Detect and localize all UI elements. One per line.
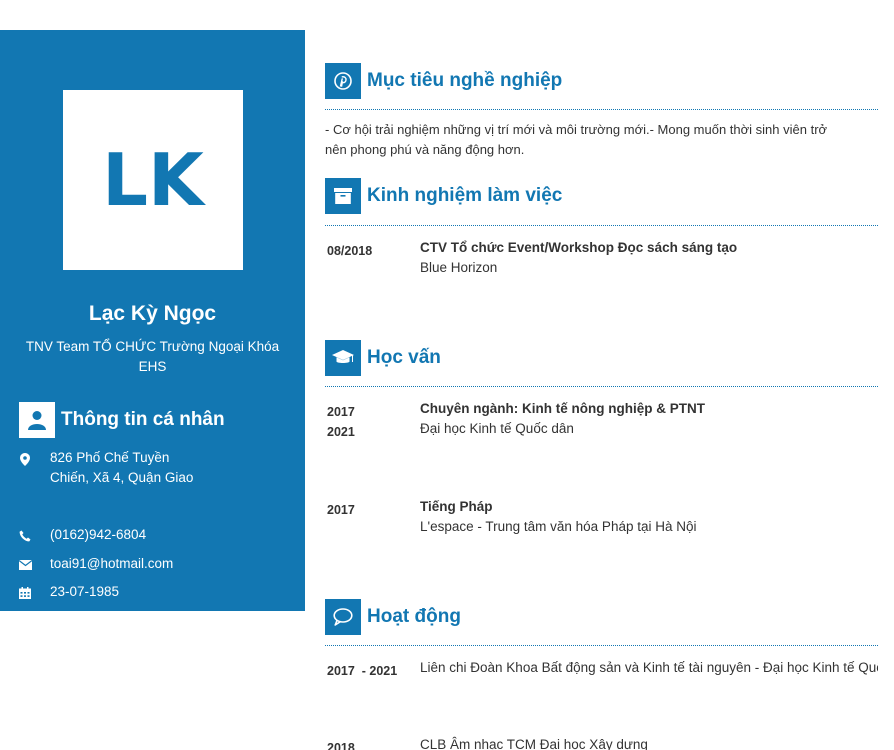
education-2-start: 2017 xyxy=(327,503,355,517)
avatar: LK xyxy=(63,90,243,270)
speech-bubble-icon xyxy=(325,599,361,635)
education-section-header: Học vấn xyxy=(325,340,441,376)
address-line-1: 826 Phố Chế Tuyền xyxy=(50,450,170,465)
personal-info-title: Thông tin cá nhân xyxy=(61,409,225,430)
user-icon xyxy=(19,402,55,438)
activity-2-date: 2018 xyxy=(327,741,355,750)
address-line-2: Chiến, Xã 4, Quận Giao xyxy=(50,470,194,485)
pinterest-icon xyxy=(325,63,361,99)
activities-title: Hoạt động xyxy=(367,606,461,627)
profile-sidebar: LK Lạc Kỳ Ngọc TNV Team TỔ CHỨC Trường N… xyxy=(0,30,305,628)
education-2-course: Tiếng Pháp xyxy=(420,499,493,514)
avatar-initials: LK xyxy=(102,138,204,222)
education-1-major: Chuyên ngành: Kinh tế nông nghiệp & PTNT xyxy=(420,401,705,416)
activity-1-text: Liên chi Đoàn Khoa Bất động sản và Kinh … xyxy=(420,660,878,675)
birthday: 23-07-1985 xyxy=(50,584,120,599)
objective-title: Mục tiêu nghề nghiệp xyxy=(367,70,563,91)
education-1-school: Đại học Kinh tế Quốc dân xyxy=(420,421,574,436)
education-divider xyxy=(325,386,878,387)
education-1-start: 2017 xyxy=(327,405,355,419)
education-title: Học vấn xyxy=(367,347,441,368)
map-marker-icon xyxy=(18,452,32,466)
experience-position: CTV Tổ chức Event/Workshop Đọc sách sáng… xyxy=(420,240,738,255)
objective-line-2: nên phong phú và năng động hơn. xyxy=(325,142,525,157)
objective-line-1: - Cơ hội trải nghiệm những vị trí mới và… xyxy=(325,122,828,137)
email-address: toai91@hotmail.com xyxy=(50,556,174,571)
personal-info-header: Thông tin cá nhân xyxy=(19,402,225,438)
objective-section-header: Mục tiêu nghề nghiệp xyxy=(325,63,562,99)
profile-name: Lạc Kỳ Ngọc xyxy=(88,302,217,325)
activity-1-date: 2017 - 2021 xyxy=(327,664,398,678)
envelope-icon xyxy=(18,558,32,572)
profile-title: TNV Team TỔ CHỨC Trường Ngoại Khóa EHS xyxy=(25,339,280,374)
experience-date: 08/2018 xyxy=(327,244,373,258)
graduation-cap-icon xyxy=(325,340,361,376)
phone-number: (0162)942-6804 xyxy=(50,527,147,542)
website-link[interactable]: http://nghi.gov.vn xyxy=(50,610,152,630)
phone-icon xyxy=(18,529,32,543)
experience-divider xyxy=(325,225,878,226)
experience-title: Kinh nghiệm làm việc xyxy=(367,185,563,206)
experience-company: Blue Horizon xyxy=(420,260,498,275)
activities-divider xyxy=(325,645,878,646)
activities-section-header: Hoạt động xyxy=(325,599,461,635)
education-1-end: 2021 xyxy=(327,425,355,439)
experience-section-header: Kinh nghiệm làm việc xyxy=(325,178,562,214)
objective-divider xyxy=(325,109,878,110)
education-2-school: L'espace - Trung tâm văn hóa Pháp tại Hà… xyxy=(420,519,697,534)
facebook-icon xyxy=(18,614,32,628)
activity-2-text: CLB Âm nhạc TCM Đại học Xây dựng xyxy=(420,737,648,750)
calendar-icon xyxy=(18,586,32,600)
archive-box-icon xyxy=(325,178,361,214)
